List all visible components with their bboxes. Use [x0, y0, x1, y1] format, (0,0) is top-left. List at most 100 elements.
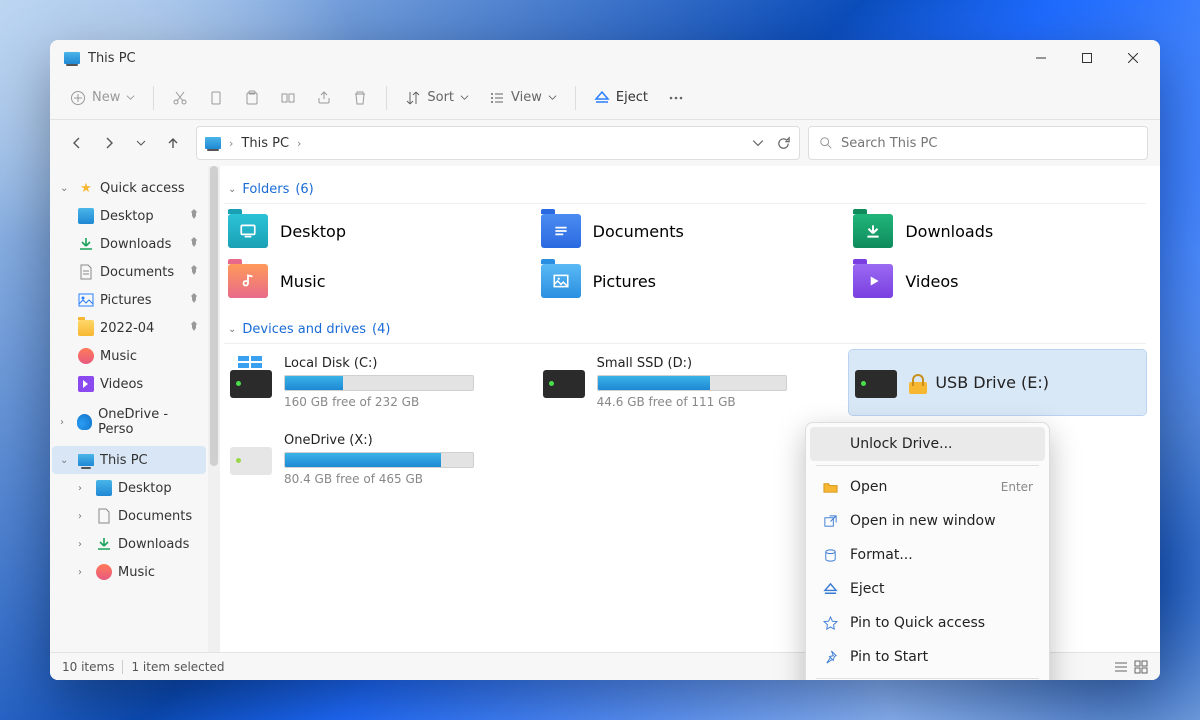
- recent-button[interactable]: [126, 128, 156, 158]
- document-icon: [96, 508, 112, 524]
- sidebar-quick-access[interactable]: ⌄★Quick access: [52, 174, 206, 202]
- sidebar-item-downloads[interactable]: Downloads: [52, 230, 206, 258]
- folder-icon: [853, 264, 893, 298]
- sidebar-item-documents[interactable]: Documents: [52, 258, 206, 286]
- sidebar-item-pictures[interactable]: Pictures: [52, 286, 206, 314]
- eject-icon: [822, 582, 838, 597]
- sidebar-pc-documents[interactable]: ›Documents: [52, 502, 206, 530]
- chevron-right-icon: ›: [229, 137, 233, 150]
- context-format[interactable]: Format...: [810, 538, 1045, 572]
- navigation-row: › This PC ›: [50, 120, 1160, 166]
- pin-icon: [188, 292, 200, 308]
- drive-icon: [543, 370, 585, 398]
- search-icon: [819, 136, 833, 150]
- close-button[interactable]: [1110, 42, 1156, 74]
- picture-icon: [78, 292, 94, 308]
- address-bar[interactable]: › This PC ›: [196, 126, 800, 160]
- search-input[interactable]: [808, 126, 1148, 160]
- folder-icon: [541, 214, 581, 248]
- folder-desktop[interactable]: Desktop: [224, 210, 521, 252]
- copy-button[interactable]: [200, 82, 232, 114]
- sidebar-item-music[interactable]: Music: [52, 342, 206, 370]
- delete-button[interactable]: [344, 82, 376, 114]
- maximize-button[interactable]: [1064, 42, 1110, 74]
- file-explorer-window: This PC New Sort View: [50, 40, 1160, 680]
- search-field[interactable]: [841, 136, 1137, 151]
- sidebar-scrollbar[interactable]: [208, 166, 220, 652]
- folder-music[interactable]: Music: [224, 260, 521, 302]
- download-icon: [96, 536, 112, 552]
- folder-open-icon: [822, 480, 838, 495]
- sort-button[interactable]: Sort: [397, 82, 477, 114]
- toolbar: New Sort View Eject: [50, 76, 1160, 120]
- share-button[interactable]: [308, 82, 340, 114]
- format-icon: [822, 548, 838, 563]
- sidebar-item-videos[interactable]: Videos: [52, 370, 206, 398]
- minimize-button[interactable]: [1018, 42, 1064, 74]
- details-view-icon[interactable]: [1114, 660, 1128, 674]
- chevron-down-icon[interactable]: [752, 137, 764, 149]
- document-icon: [78, 264, 94, 280]
- back-button[interactable]: [62, 128, 92, 158]
- star-icon: [822, 616, 838, 631]
- window-title: This PC: [88, 51, 136, 66]
- sidebar-item-desktop[interactable]: Desktop: [52, 202, 206, 230]
- tiles-view-icon[interactable]: [1134, 660, 1148, 674]
- context-pin-quick-access[interactable]: Pin to Quick access: [810, 606, 1045, 640]
- drive-local-c[interactable]: Local Disk (C:) 160 GB free of 232 GB: [224, 350, 521, 415]
- folder-downloads[interactable]: Downloads: [849, 210, 1146, 252]
- sidebar-this-pc[interactable]: ⌄This PC: [52, 446, 206, 474]
- onedrive-icon: [77, 414, 92, 430]
- sidebar-pc-desktop[interactable]: ›Desktop: [52, 474, 206, 502]
- sidebar-onedrive[interactable]: ›OneDrive - Perso: [52, 408, 206, 436]
- folder-icon: [853, 214, 893, 248]
- video-icon: [78, 376, 94, 392]
- context-open[interactable]: OpenEnter: [810, 470, 1045, 504]
- folder-icon: [541, 264, 581, 298]
- this-pc-icon: [64, 52, 80, 64]
- star-icon: ★: [78, 180, 94, 196]
- rename-button[interactable]: [272, 82, 304, 114]
- download-icon: [78, 236, 94, 252]
- eject-button[interactable]: Eject: [586, 82, 656, 114]
- up-button[interactable]: [158, 128, 188, 158]
- context-open-new-window[interactable]: Open in new window: [810, 504, 1045, 538]
- this-pc-icon: [205, 137, 221, 149]
- section-devices[interactable]: ⌄Devices and drives (4): [224, 316, 1146, 344]
- more-button[interactable]: [660, 82, 692, 114]
- sidebar-item-2022-04[interactable]: 2022-04: [52, 314, 206, 342]
- drive-usb-e[interactable]: USB Drive (E:): [849, 350, 1146, 415]
- music-icon: [96, 564, 112, 580]
- paste-button[interactable]: [236, 82, 268, 114]
- status-item-count: 10 items: [62, 660, 114, 674]
- drive-icon: [855, 370, 897, 398]
- pin-icon: [822, 650, 838, 665]
- context-unlock-drive[interactable]: Unlock Drive...: [810, 427, 1045, 461]
- folder-pictures[interactable]: Pictures: [537, 260, 834, 302]
- titlebar: This PC: [50, 40, 1160, 76]
- refresh-icon[interactable]: [776, 136, 791, 151]
- pin-icon: [188, 264, 200, 280]
- folder-icon: [228, 264, 268, 298]
- this-pc-icon: [78, 454, 94, 466]
- lock-icon: [909, 374, 927, 394]
- folder-documents[interactable]: Documents: [537, 210, 834, 252]
- context-pin-start[interactable]: Pin to Start: [810, 640, 1045, 674]
- view-button[interactable]: View: [481, 82, 565, 114]
- status-selected: 1 item selected: [131, 660, 224, 674]
- context-eject[interactable]: Eject: [810, 572, 1045, 606]
- pin-icon: [188, 236, 200, 252]
- sidebar-pc-downloads[interactable]: ›Downloads: [52, 530, 206, 558]
- pin-icon: [188, 208, 200, 224]
- section-folders[interactable]: ⌄Folders (6): [224, 176, 1146, 204]
- sidebar: ⌄★Quick access Desktop Downloads Documen…: [50, 166, 220, 652]
- folder-videos[interactable]: Videos: [849, 260, 1146, 302]
- new-button[interactable]: New: [62, 82, 143, 114]
- drive-onedrive-x[interactable]: OneDrive (X:) 80.4 GB free of 465 GB: [224, 427, 521, 492]
- drive-small-ssd-d[interactable]: Small SSD (D:) 44.6 GB free of 111 GB: [537, 350, 834, 415]
- forward-button[interactable]: [94, 128, 124, 158]
- open-external-icon: [822, 514, 838, 529]
- cut-button[interactable]: [164, 82, 196, 114]
- breadcrumb-this-pc[interactable]: This PC: [241, 136, 289, 151]
- sidebar-pc-music[interactable]: ›Music: [52, 558, 206, 586]
